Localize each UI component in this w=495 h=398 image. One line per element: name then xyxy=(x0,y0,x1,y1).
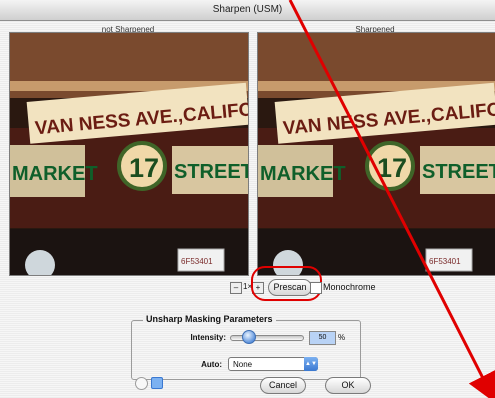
monochrome-label: Monochrome xyxy=(323,282,376,292)
sign-text-market: MARKET xyxy=(260,163,346,185)
cable-car-photo-sharpened: VAN NESS AVE.,CALIFORNIA MARKET 17 STREE… xyxy=(258,33,495,275)
auto-select-value: None xyxy=(233,360,253,369)
auto-label: Auto: xyxy=(201,360,222,369)
intensity-slider-knob[interactable] xyxy=(242,330,256,344)
original-preview[interactable]: VAN NESS AVE.,CALIFORNIA MARKET 17 STREE… xyxy=(9,32,249,276)
info-icon[interactable] xyxy=(151,377,163,389)
cable-car-photo: VAN NESS AVE.,CALIFORNIA MARKET 17 STREE… xyxy=(10,33,248,275)
sign-text-street: STREET xyxy=(422,161,495,183)
help-button[interactable] xyxy=(135,377,148,390)
cancel-button[interactable]: Cancel xyxy=(260,377,306,394)
auto-select[interactable]: None ▲▼ xyxy=(228,357,318,371)
zoom-out-button[interactable]: – xyxy=(230,282,242,294)
plate-text: 6F53401 xyxy=(181,257,213,266)
sign-text-number: 17 xyxy=(129,153,159,183)
window-title: Sharpen (USM) xyxy=(0,0,495,21)
sign-text-street: STREET xyxy=(174,161,248,183)
sign-text-number: 17 xyxy=(377,153,407,183)
intensity-input[interactable]: 50 xyxy=(309,331,336,345)
sign-text-market: MARKET xyxy=(12,163,98,185)
monochrome-checkbox[interactable] xyxy=(310,282,322,294)
intensity-label: Intensity: xyxy=(190,333,226,342)
unsharp-masking-title: Unsharp Masking Parameters xyxy=(143,314,276,324)
ok-button[interactable]: OK xyxy=(325,377,371,394)
intensity-unit: % xyxy=(338,333,346,342)
sharpened-preview[interactable]: VAN NESS AVE.,CALIFORNIA MARKET 17 STREE… xyxy=(257,32,495,276)
plate-text: 6F53401 xyxy=(429,257,461,266)
chevron-down-icon: ▲▼ xyxy=(304,357,318,371)
